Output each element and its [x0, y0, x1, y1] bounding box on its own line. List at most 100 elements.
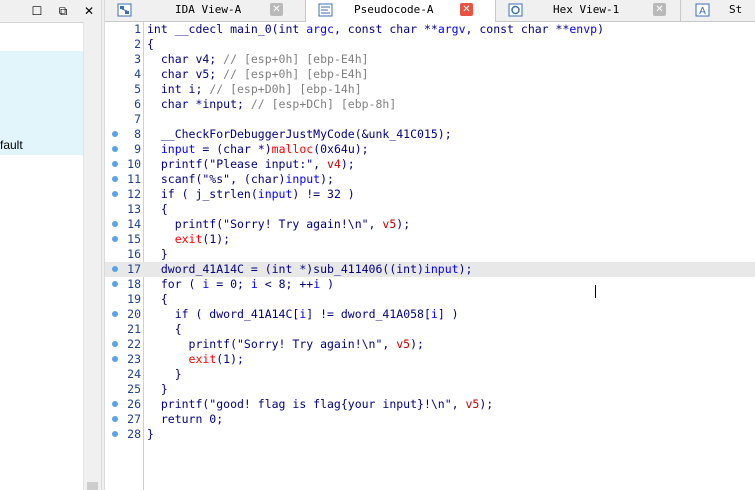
line-number: 11: [127, 172, 141, 186]
code-text: exit(1);: [188, 352, 244, 366]
code-line[interactable]: 2{: [105, 37, 755, 52]
code-text: printf("Please input:", v4);: [147, 157, 355, 171]
code-line[interactable]: 20 if ( dword_41A14C[i] != dword_41A058[…: [105, 307, 755, 322]
code-text: char *input; // [esp+DCh] [ebp-8h]: [147, 97, 397, 111]
line-number: 10: [127, 157, 141, 171]
breakpoint-dot-icon[interactable]: [112, 236, 118, 242]
code-line[interactable]: 16 }: [105, 247, 755, 262]
tab-structures[interactable]: A St: [681, 0, 755, 21]
close-tab-icon[interactable]: ✕: [653, 3, 666, 16]
code-line[interactable]: 12 if ( j_strlen(input) != 32 ): [105, 187, 755, 202]
breakpoint-dot-icon[interactable]: [112, 281, 118, 287]
code-text: }: [147, 427, 154, 441]
code-text: {: [147, 292, 168, 306]
list-item-text: fault: [0, 138, 23, 152]
line-number: 23: [127, 352, 141, 366]
code-text: input = (char *)malloc(0x64u);: [160, 142, 369, 156]
line-number: 25: [127, 382, 141, 396]
line-number: 12: [127, 187, 141, 201]
code-line[interactable]: 13 {: [105, 202, 755, 217]
panel-titlebar: ☐ ⧉ ✕: [0, 0, 101, 23]
code-line[interactable]: 9 input = (char *)malloc(0x64u);: [105, 142, 755, 157]
line-number: 28: [127, 427, 141, 441]
line-number: 1: [134, 22, 141, 36]
graph-icon: [117, 3, 132, 17]
breakpoint-dot-icon[interactable]: [112, 131, 118, 137]
close-tab-icon[interactable]: ✕: [460, 3, 473, 16]
line-number: 13: [127, 202, 141, 216]
line-number: 27: [127, 412, 141, 426]
line-number: 22: [127, 337, 141, 351]
structures-icon: A: [695, 3, 710, 17]
breakpoint-dot-icon[interactable]: [112, 341, 118, 347]
code-line[interactable]: 18 for ( i = 0; i < 8; ++i ): [105, 277, 755, 292]
breakpoint-dot-icon[interactable]: [112, 176, 118, 182]
line-number: 19: [127, 292, 141, 306]
code-line[interactable]: 11 scanf("%s", (char)input);: [105, 172, 755, 187]
breakpoint-dot-icon[interactable]: [112, 221, 118, 227]
pseudocode-icon: [318, 3, 333, 17]
line-number: 18: [127, 277, 141, 291]
restore-icon[interactable]: ☐: [28, 2, 46, 20]
tab-ida-view[interactable]: IDA View-A ✕: [105, 0, 306, 21]
code-line[interactable]: 25 }: [105, 382, 755, 397]
code-text: int __cdecl main_0(int argc, const char …: [147, 22, 605, 36]
code-line[interactable]: 17 dword_41A14C = (int *)sub_411406((int…: [105, 262, 755, 277]
code-line[interactable]: 1 int __cdecl main_0(int argc, const char…: [105, 22, 755, 37]
line-number: 24: [127, 367, 141, 381]
code-text: printf("good! flag is flag{your input}!\…: [147, 397, 494, 411]
line-number: 26: [127, 397, 141, 411]
code-line[interactable]: 7: [105, 112, 755, 127]
line-number: 4: [134, 67, 141, 81]
close-tab-icon[interactable]: ✕: [270, 3, 283, 16]
code-text: }: [147, 382, 168, 396]
code-line[interactable]: 14 printf("Sorry! Try again!\n", v5);: [105, 217, 755, 232]
breakpoint-dot-icon[interactable]: [112, 161, 118, 167]
tab-pseudocode[interactable]: Pseudocode-A ✕: [306, 0, 496, 22]
scrollbar-thumb[interactable]: [87, 482, 98, 490]
close-icon[interactable]: ✕: [80, 2, 98, 20]
code-line[interactable]: 21 {: [105, 322, 755, 337]
code-line[interactable]: 28}: [105, 427, 755, 442]
line-number: 21: [127, 322, 141, 336]
code-line[interactable]: 4 char v5; // [esp+0h] [ebp-E4h]: [105, 67, 755, 82]
code-line[interactable]: 3 char v4; // [esp+0h] [ebp-E4h]: [105, 52, 755, 67]
line-number: 16: [127, 247, 141, 261]
code-text: int i; // [esp+D0h] [ebp-14h]: [147, 82, 362, 96]
breakpoint-dot-icon[interactable]: [112, 311, 118, 317]
code-text: {: [147, 322, 182, 336]
tab-hex-view[interactable]: Hex View-1 ✕: [496, 0, 681, 21]
code-line[interactable]: 15 exit(1);: [105, 232, 755, 247]
code-text: char v4; // [esp+0h] [ebp-E4h]: [147, 52, 369, 66]
tab-label: Pseudocode-A: [354, 3, 434, 16]
code-text: return 0;: [147, 412, 224, 426]
breakpoint-dot-icon[interactable]: [112, 191, 118, 197]
code-text: exit(1);: [174, 232, 231, 246]
code-text: for ( i = 0; i < 8; ++i ): [147, 277, 334, 291]
code-line[interactable]: 22 printf("Sorry! Try again!\n", v5);: [105, 337, 755, 352]
line-number: 3: [134, 52, 141, 66]
tab-bar: IDA View-A ✕ Pseudocode-A ✕ Hex View-1 ✕…: [105, 0, 755, 22]
code-line[interactable]: 23 exit(1);: [105, 352, 755, 367]
tab-label: Hex View-1: [553, 3, 620, 16]
breakpoint-dot-icon[interactable]: [112, 401, 118, 407]
code-line[interactable]: 6 char *input; // [esp+DCh] [ebp-8h]: [105, 97, 755, 112]
pseudocode-view[interactable]: 1 int __cdecl main_0(int argc, const char…: [105, 22, 755, 490]
code-line[interactable]: 10 printf("Please input:", v4);: [105, 157, 755, 172]
line-number: 15: [127, 232, 141, 246]
breakpoint-dot-icon[interactable]: [112, 356, 118, 362]
breakpoint-dot-icon[interactable]: [112, 416, 118, 422]
breakpoint-dot-icon[interactable]: [112, 431, 118, 437]
breakpoint-dot-icon[interactable]: [112, 266, 118, 272]
vertical-scrollbar[interactable]: [83, 22, 101, 490]
code-line[interactable]: 24 }: [105, 367, 755, 382]
code-line[interactable]: 27 return 0;: [105, 412, 755, 427]
code-line[interactable]: 8 __CheckForDebuggerJustMyCode(&unk_41C0…: [105, 127, 755, 142]
code-line[interactable]: 5 int i; // [esp+D0h] [ebp-14h]: [105, 82, 755, 97]
code-line[interactable]: 26 printf("good! flag is flag{your input…: [105, 397, 755, 412]
float-window-icon[interactable]: ⧉: [54, 2, 72, 20]
code-line[interactable]: 19 {: [105, 292, 755, 307]
code-text: {: [147, 202, 168, 216]
breakpoint-dot-icon[interactable]: [112, 146, 118, 152]
line-number: 7: [134, 112, 141, 126]
